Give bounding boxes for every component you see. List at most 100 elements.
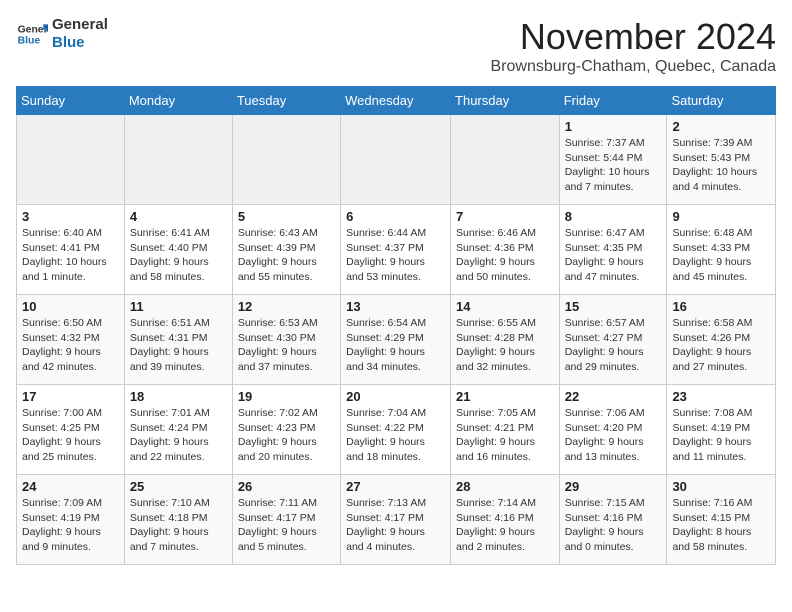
week-row-4: 17 Sunrise: 7:00 AM Sunset: 4:25 PM Dayli…: [17, 385, 776, 475]
day-info: Sunrise: 7:37 AM Sunset: 5:44 PM Dayligh…: [565, 136, 662, 195]
day-cell: 4Sunrise: 6:41 AM Sunset: 4:40 PM Daylig…: [124, 205, 232, 295]
logo-line1: General: [52, 16, 108, 34]
day-cell: 9 Sunrise: 6:48 AM Sunset: 4:33 PM Daylig…: [667, 205, 776, 295]
day-cell: 15 Sunrise: 6:57 AM Sunset: 4:27 PM Dayli…: [559, 295, 667, 385]
calendar-header-row: SundayMondayTuesdayWednesdayThursdayFrid…: [17, 87, 776, 115]
day-number: 5: [238, 209, 335, 224]
calendar-table: SundayMondayTuesdayWednesdayThursdayFrid…: [16, 86, 776, 565]
day-cell: 23 Sunrise: 7:08 AM Sunset: 4:19 PM Dayli…: [667, 385, 776, 475]
day-number: 27: [346, 479, 445, 494]
week-row-5: 24 Sunrise: 7:09 AM Sunset: 4:19 PM Dayli…: [17, 475, 776, 565]
day-number: 6: [346, 209, 445, 224]
day-cell: 26 Sunrise: 7:11 AM Sunset: 4:17 PM Dayli…: [232, 475, 340, 565]
day-info: Sunrise: 7:01 AM Sunset: 4:24 PM Dayligh…: [130, 406, 227, 465]
day-number: 20: [346, 389, 445, 404]
day-cell: 20 Sunrise: 7:04 AM Sunset: 4:22 PM Dayli…: [341, 385, 451, 475]
logo-line2: Blue: [52, 34, 108, 52]
day-number: 9: [672, 209, 770, 224]
day-info: Sunrise: 7:02 AM Sunset: 4:23 PM Dayligh…: [238, 406, 335, 465]
day-cell: 14 Sunrise: 6:55 AM Sunset: 4:28 PM Dayli…: [451, 295, 560, 385]
header-saturday: Saturday: [667, 87, 776, 115]
header-sunday: Sunday: [17, 87, 125, 115]
day-number: 8: [565, 209, 662, 224]
day-number: 29: [565, 479, 662, 494]
day-number: 13: [346, 299, 445, 314]
day-cell: 7 Sunrise: 6:46 AM Sunset: 4:36 PM Daylig…: [451, 205, 560, 295]
month-title: November 2024: [491, 16, 777, 58]
day-number: 18: [130, 389, 227, 404]
day-number: 28: [456, 479, 554, 494]
day-number: 19: [238, 389, 335, 404]
day-info: Sunrise: 7:10 AM Sunset: 4:18 PM Dayligh…: [130, 496, 227, 555]
day-cell: 6 Sunrise: 6:44 AM Sunset: 4:37 PM Daylig…: [341, 205, 451, 295]
day-number: 12: [238, 299, 335, 314]
day-info: Sunrise: 6:55 AM Sunset: 4:28 PM Dayligh…: [456, 316, 554, 375]
day-info: Sunrise: 6:57 AM Sunset: 4:27 PM Dayligh…: [565, 316, 662, 375]
day-cell: 25 Sunrise: 7:10 AM Sunset: 4:18 PM Dayli…: [124, 475, 232, 565]
day-number: 14: [456, 299, 554, 314]
header-thursday: Thursday: [451, 87, 560, 115]
header-monday: Monday: [124, 87, 232, 115]
day-info: Sunrise: 7:16 AM Sunset: 4:15 PM Dayligh…: [672, 496, 770, 555]
day-info: Sunrise: 7:06 AM Sunset: 4:20 PM Dayligh…: [565, 406, 662, 465]
day-number: 10: [22, 299, 119, 314]
day-cell: [17, 115, 125, 205]
day-cell: 30 Sunrise: 7:16 AM Sunset: 4:15 PM Dayli…: [667, 475, 776, 565]
day-cell: 10Sunrise: 6:50 AM Sunset: 4:32 PM Dayli…: [17, 295, 125, 385]
day-info: Sunrise: 7:39 AM Sunset: 5:43 PM Dayligh…: [672, 136, 770, 195]
logo: General Blue General Blue: [16, 16, 108, 52]
day-number: 4: [130, 209, 227, 224]
day-number: 15: [565, 299, 662, 314]
day-info: Sunrise: 7:04 AM Sunset: 4:22 PM Dayligh…: [346, 406, 445, 465]
day-number: 2: [672, 119, 770, 134]
day-cell: 22 Sunrise: 7:06 AM Sunset: 4:20 PM Dayli…: [559, 385, 667, 475]
day-info: Sunrise: 6:43 AM Sunset: 4:39 PM Dayligh…: [238, 226, 335, 285]
day-cell: 12 Sunrise: 6:53 AM Sunset: 4:30 PM Dayli…: [232, 295, 340, 385]
day-info: Sunrise: 6:53 AM Sunset: 4:30 PM Dayligh…: [238, 316, 335, 375]
location-title: Brownsburg-Chatham, Quebec, Canada: [491, 58, 777, 76]
header-friday: Friday: [559, 87, 667, 115]
day-number: 23: [672, 389, 770, 404]
day-info: Sunrise: 6:58 AM Sunset: 4:26 PM Dayligh…: [672, 316, 770, 375]
day-number: 21: [456, 389, 554, 404]
day-info: Sunrise: 7:00 AM Sunset: 4:25 PM Dayligh…: [22, 406, 119, 465]
day-cell: 29 Sunrise: 7:15 AM Sunset: 4:16 PM Dayli…: [559, 475, 667, 565]
day-cell: 16 Sunrise: 6:58 AM Sunset: 4:26 PM Dayli…: [667, 295, 776, 385]
day-number: 11: [130, 299, 227, 314]
day-cell: 2 Sunrise: 7:39 AM Sunset: 5:43 PM Daylig…: [667, 115, 776, 205]
day-number: 25: [130, 479, 227, 494]
day-info: Sunrise: 6:46 AM Sunset: 4:36 PM Dayligh…: [456, 226, 554, 285]
day-info: Sunrise: 7:05 AM Sunset: 4:21 PM Dayligh…: [456, 406, 554, 465]
day-info: Sunrise: 7:15 AM Sunset: 4:16 PM Dayligh…: [565, 496, 662, 555]
day-cell: 21 Sunrise: 7:05 AM Sunset: 4:21 PM Dayli…: [451, 385, 560, 475]
day-number: 7: [456, 209, 554, 224]
day-info: Sunrise: 6:44 AM Sunset: 4:37 PM Dayligh…: [346, 226, 445, 285]
day-number: 17: [22, 389, 119, 404]
day-info: Sunrise: 7:09 AM Sunset: 4:19 PM Dayligh…: [22, 496, 119, 555]
day-info: Sunrise: 7:08 AM Sunset: 4:19 PM Dayligh…: [672, 406, 770, 465]
week-row-2: 3 Sunrise: 6:40 AM Sunset: 4:41 PM Daylig…: [17, 205, 776, 295]
day-cell: 17 Sunrise: 7:00 AM Sunset: 4:25 PM Dayli…: [17, 385, 125, 475]
day-info: Sunrise: 6:48 AM Sunset: 4:33 PM Dayligh…: [672, 226, 770, 285]
day-cell: [451, 115, 560, 205]
day-number: 3: [22, 209, 119, 224]
day-cell: [124, 115, 232, 205]
day-cell: 8Sunrise: 6:47 AM Sunset: 4:35 PM Daylig…: [559, 205, 667, 295]
header-tuesday: Tuesday: [232, 87, 340, 115]
day-cell: 19 Sunrise: 7:02 AM Sunset: 4:23 PM Dayli…: [232, 385, 340, 475]
week-row-1: 1Sunrise: 7:37 AM Sunset: 5:44 PM Daylig…: [17, 115, 776, 205]
header: General Blue General Blue November 2024 …: [16, 16, 776, 76]
day-number: 22: [565, 389, 662, 404]
day-cell: [232, 115, 340, 205]
title-area: November 2024 Brownsburg-Chatham, Quebec…: [491, 16, 777, 76]
day-number: 24: [22, 479, 119, 494]
day-number: 26: [238, 479, 335, 494]
day-cell: 18 Sunrise: 7:01 AM Sunset: 4:24 PM Dayli…: [124, 385, 232, 475]
day-info: Sunrise: 6:40 AM Sunset: 4:41 PM Dayligh…: [22, 226, 119, 285]
day-number: 16: [672, 299, 770, 314]
day-number: 30: [672, 479, 770, 494]
day-cell: 11Sunrise: 6:51 AM Sunset: 4:31 PM Dayli…: [124, 295, 232, 385]
day-info: Sunrise: 7:11 AM Sunset: 4:17 PM Dayligh…: [238, 496, 335, 555]
day-cell: 27Sunrise: 7:13 AM Sunset: 4:17 PM Dayli…: [341, 475, 451, 565]
day-info: Sunrise: 7:14 AM Sunset: 4:16 PM Dayligh…: [456, 496, 554, 555]
